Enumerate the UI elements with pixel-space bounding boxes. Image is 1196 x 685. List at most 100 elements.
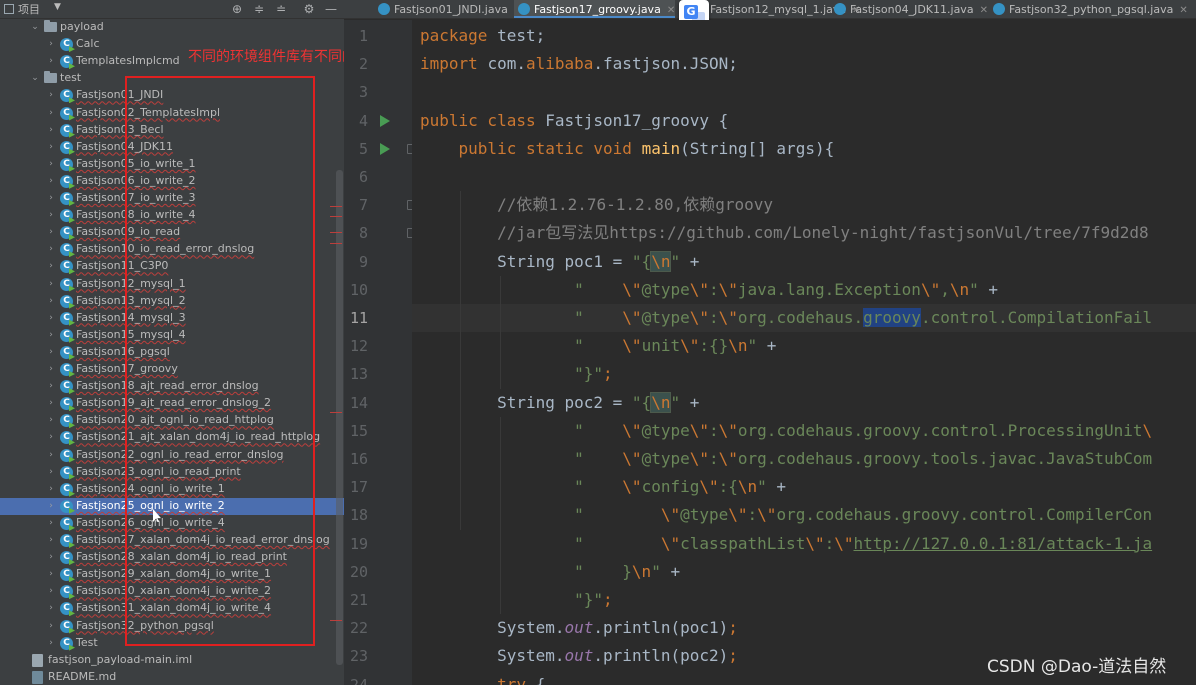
run-icon[interactable] bbox=[380, 114, 390, 127]
code-token: " bbox=[420, 505, 661, 525]
line-number: 13 bbox=[349, 365, 368, 384]
chevron-right-icon[interactable]: › bbox=[46, 193, 56, 203]
hide-panel-icon[interactable]: — bbox=[323, 1, 339, 17]
code-token: alibaba bbox=[525, 54, 594, 74]
chevron-right-icon[interactable]: › bbox=[46, 450, 56, 460]
chevron-right-icon[interactable]: › bbox=[46, 518, 56, 528]
chevron-right-icon[interactable]: › bbox=[46, 313, 56, 323]
project-panel: 项目 ▼ ⊕ ≑ ≐ ⚙ — ⌄ payload › C Calc › C Templates… bbox=[0, 0, 344, 685]
chevron-down-icon[interactable]: ⌄ bbox=[30, 73, 40, 83]
code-token: + bbox=[978, 279, 999, 299]
chevron-down-icon[interactable]: ▼ bbox=[54, 2, 61, 12]
code-token: out bbox=[564, 646, 594, 666]
code-token: ; bbox=[603, 590, 613, 609]
java-class-icon: C bbox=[60, 431, 73, 445]
close-icon[interactable]: ✕ bbox=[980, 5, 988, 16]
code-token: : bbox=[709, 449, 719, 468]
code-line: " \"@type\":\"org.codehaus.groovy.contro… bbox=[420, 501, 1152, 529]
tree-item[interactable]: fastjson_payload-main.iml bbox=[0, 652, 344, 669]
chevron-right-icon[interactable]: › bbox=[46, 484, 56, 494]
code-token: \" bbox=[699, 477, 719, 497]
chevron-right-icon[interactable]: › bbox=[46, 279, 56, 289]
code-line: import com.alibaba.fastjson.JSON; bbox=[420, 50, 738, 78]
chevron-right-icon[interactable]: › bbox=[46, 535, 56, 545]
chevron-down-icon[interactable]: ⌄ bbox=[30, 22, 40, 32]
run-icon[interactable] bbox=[380, 142, 390, 155]
tab-label: Fastjson32_python_pgsql.java bbox=[1009, 3, 1174, 16]
chevron-right-icon[interactable]: › bbox=[46, 244, 56, 254]
project-view-selector[interactable]: 项目 bbox=[4, 1, 40, 17]
code-token: \" bbox=[622, 308, 642, 327]
chevron-right-icon[interactable]: › bbox=[46, 90, 56, 100]
chevron-right-icon[interactable]: › bbox=[46, 125, 56, 135]
code-token: \n bbox=[631, 561, 652, 581]
close-icon[interactable]: ✕ bbox=[1179, 5, 1187, 16]
chevron-right-icon[interactable]: › bbox=[46, 501, 56, 511]
line-number: 14 bbox=[349, 393, 368, 412]
code-line: " \"unit\":{}\n" + bbox=[420, 332, 776, 360]
chevron-right-icon[interactable]: › bbox=[46, 227, 56, 237]
collapse-all-icon[interactable]: ≐ bbox=[273, 1, 289, 17]
java-class-icon: C bbox=[60, 38, 73, 52]
code-token: + bbox=[680, 392, 700, 412]
code-token: ; bbox=[603, 364, 613, 384]
line-number: 7 bbox=[358, 196, 368, 215]
chevron-right-icon[interactable]: › bbox=[46, 586, 56, 596]
chevron-right-icon[interactable]: › bbox=[46, 108, 56, 118]
chevron-right-icon[interactable]: › bbox=[46, 415, 56, 425]
code-token: \" bbox=[689, 279, 709, 299]
chevron-right-icon[interactable]: › bbox=[46, 210, 56, 220]
java-class-icon: C bbox=[60, 602, 73, 616]
editor-tab[interactable]: Fastjson17_groovy.java ✕ bbox=[514, 0, 676, 18]
java-class-icon bbox=[378, 3, 390, 15]
code-token: org.codehaus.groovy.control.ProcessingUn… bbox=[737, 420, 1143, 440]
chevron-right-icon[interactable]: › bbox=[46, 398, 56, 408]
editor-tab[interactable]: Fastjson01_JNDI.java✕ bbox=[374, 0, 522, 18]
code-token: package bbox=[420, 26, 498, 45]
chevron-right-icon[interactable]: › bbox=[46, 552, 56, 562]
project-scrollbar[interactable] bbox=[336, 170, 343, 665]
code-token: (String[] args){ bbox=[680, 138, 835, 158]
line-number: 16 bbox=[349, 450, 368, 468]
chevron-right-icon[interactable]: › bbox=[46, 56, 56, 66]
project-toolbar: 项目 ▼ ⊕ ≑ ≐ ⚙ — bbox=[0, 0, 344, 19]
chevron-right-icon[interactable]: › bbox=[46, 432, 56, 442]
chevron-right-icon[interactable]: › bbox=[46, 296, 56, 306]
tree-item[interactable]: README.md bbox=[0, 669, 344, 685]
code-token: " bbox=[670, 392, 681, 412]
gear-icon[interactable]: ⚙ bbox=[301, 1, 317, 17]
chevron-right-icon[interactable]: › bbox=[46, 261, 56, 271]
code-token: \" bbox=[834, 533, 854, 553]
chevron-right-icon[interactable]: › bbox=[46, 39, 56, 49]
locate-icon[interactable]: ⊕ bbox=[229, 1, 245, 17]
code-token: :{ bbox=[718, 477, 738, 497]
code-token: + bbox=[766, 477, 787, 497]
error-mark bbox=[330, 232, 342, 233]
code-token: .println(poc2) bbox=[593, 646, 729, 666]
chevron-right-icon[interactable]: › bbox=[46, 621, 56, 631]
chevron-right-icon[interactable]: › bbox=[46, 381, 56, 391]
expand-all-icon[interactable]: ≑ bbox=[251, 1, 267, 17]
close-icon[interactable]: ✕ bbox=[667, 5, 675, 16]
chevron-right-icon[interactable]: › bbox=[46, 159, 56, 169]
tree-item-label: Test bbox=[76, 635, 98, 649]
chevron-right-icon[interactable]: › bbox=[46, 603, 56, 613]
code-editor[interactable]: package test; import com.alibaba.fastjson… bbox=[412, 20, 1196, 685]
tab-label: Fastjson01_JNDI.java bbox=[394, 3, 508, 16]
tree-item-label: README.md bbox=[48, 669, 117, 683]
editor-tab[interactable]: Fastjson32_python_pgsql.java ✕ bbox=[989, 0, 1188, 18]
code-token: @type bbox=[641, 449, 690, 468]
chevron-right-icon[interactable]: › bbox=[46, 638, 56, 648]
line-number: 23 bbox=[349, 647, 368, 666]
chevron-right-icon[interactable]: › bbox=[46, 142, 56, 152]
chevron-right-icon[interactable]: › bbox=[46, 364, 56, 374]
chevron-right-icon[interactable]: › bbox=[46, 330, 56, 340]
tree-folder[interactable]: ⌄ payload bbox=[0, 19, 344, 36]
chevron-right-icon[interactable]: › bbox=[46, 569, 56, 579]
chevron-right-icon[interactable]: › bbox=[46, 347, 56, 357]
code-token: org.codehaus.groovy.tools.javac.JavaStub… bbox=[737, 449, 1153, 468]
code-token: " } bbox=[420, 561, 632, 581]
chevron-right-icon[interactable]: › bbox=[46, 176, 56, 186]
chevron-right-icon[interactable]: › bbox=[46, 467, 56, 477]
editor-tab[interactable]: Fastjson04_JDK11.java ✕ bbox=[830, 0, 988, 18]
